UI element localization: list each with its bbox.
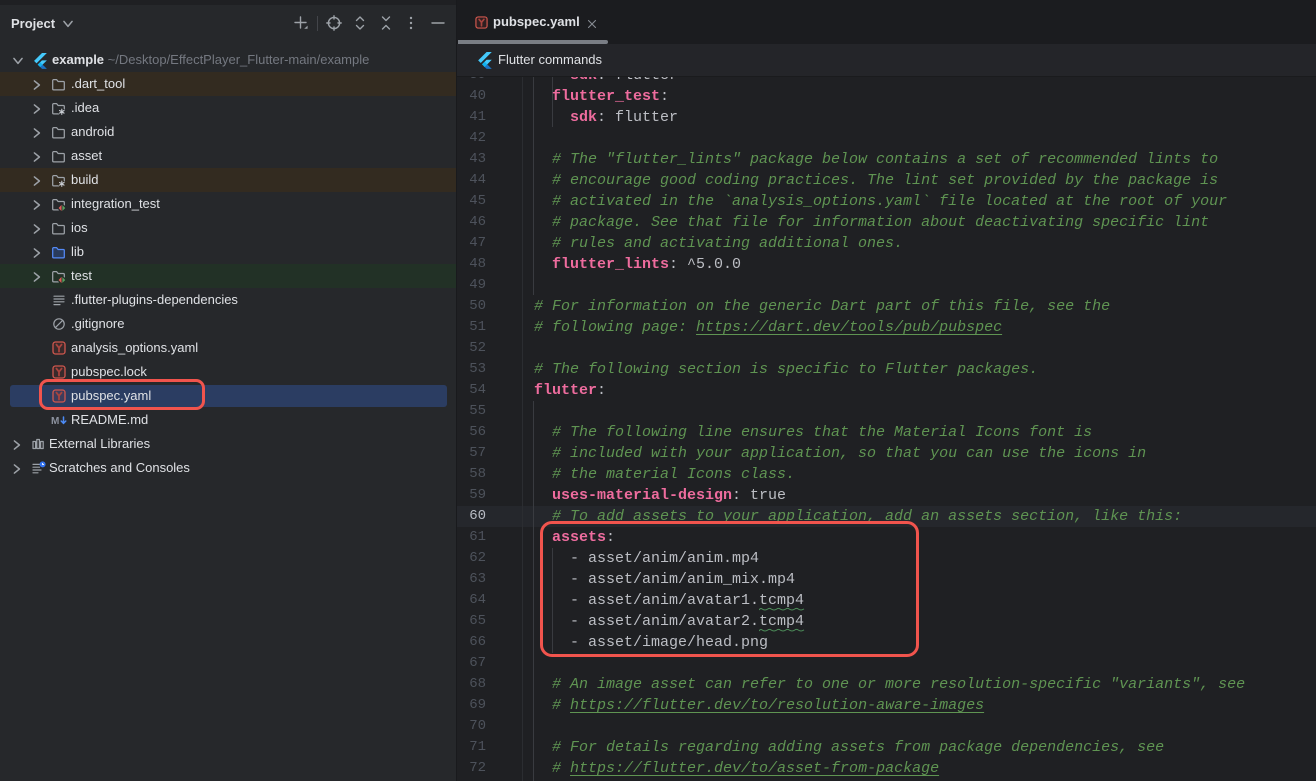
svg-text:M: M [51,416,59,427]
